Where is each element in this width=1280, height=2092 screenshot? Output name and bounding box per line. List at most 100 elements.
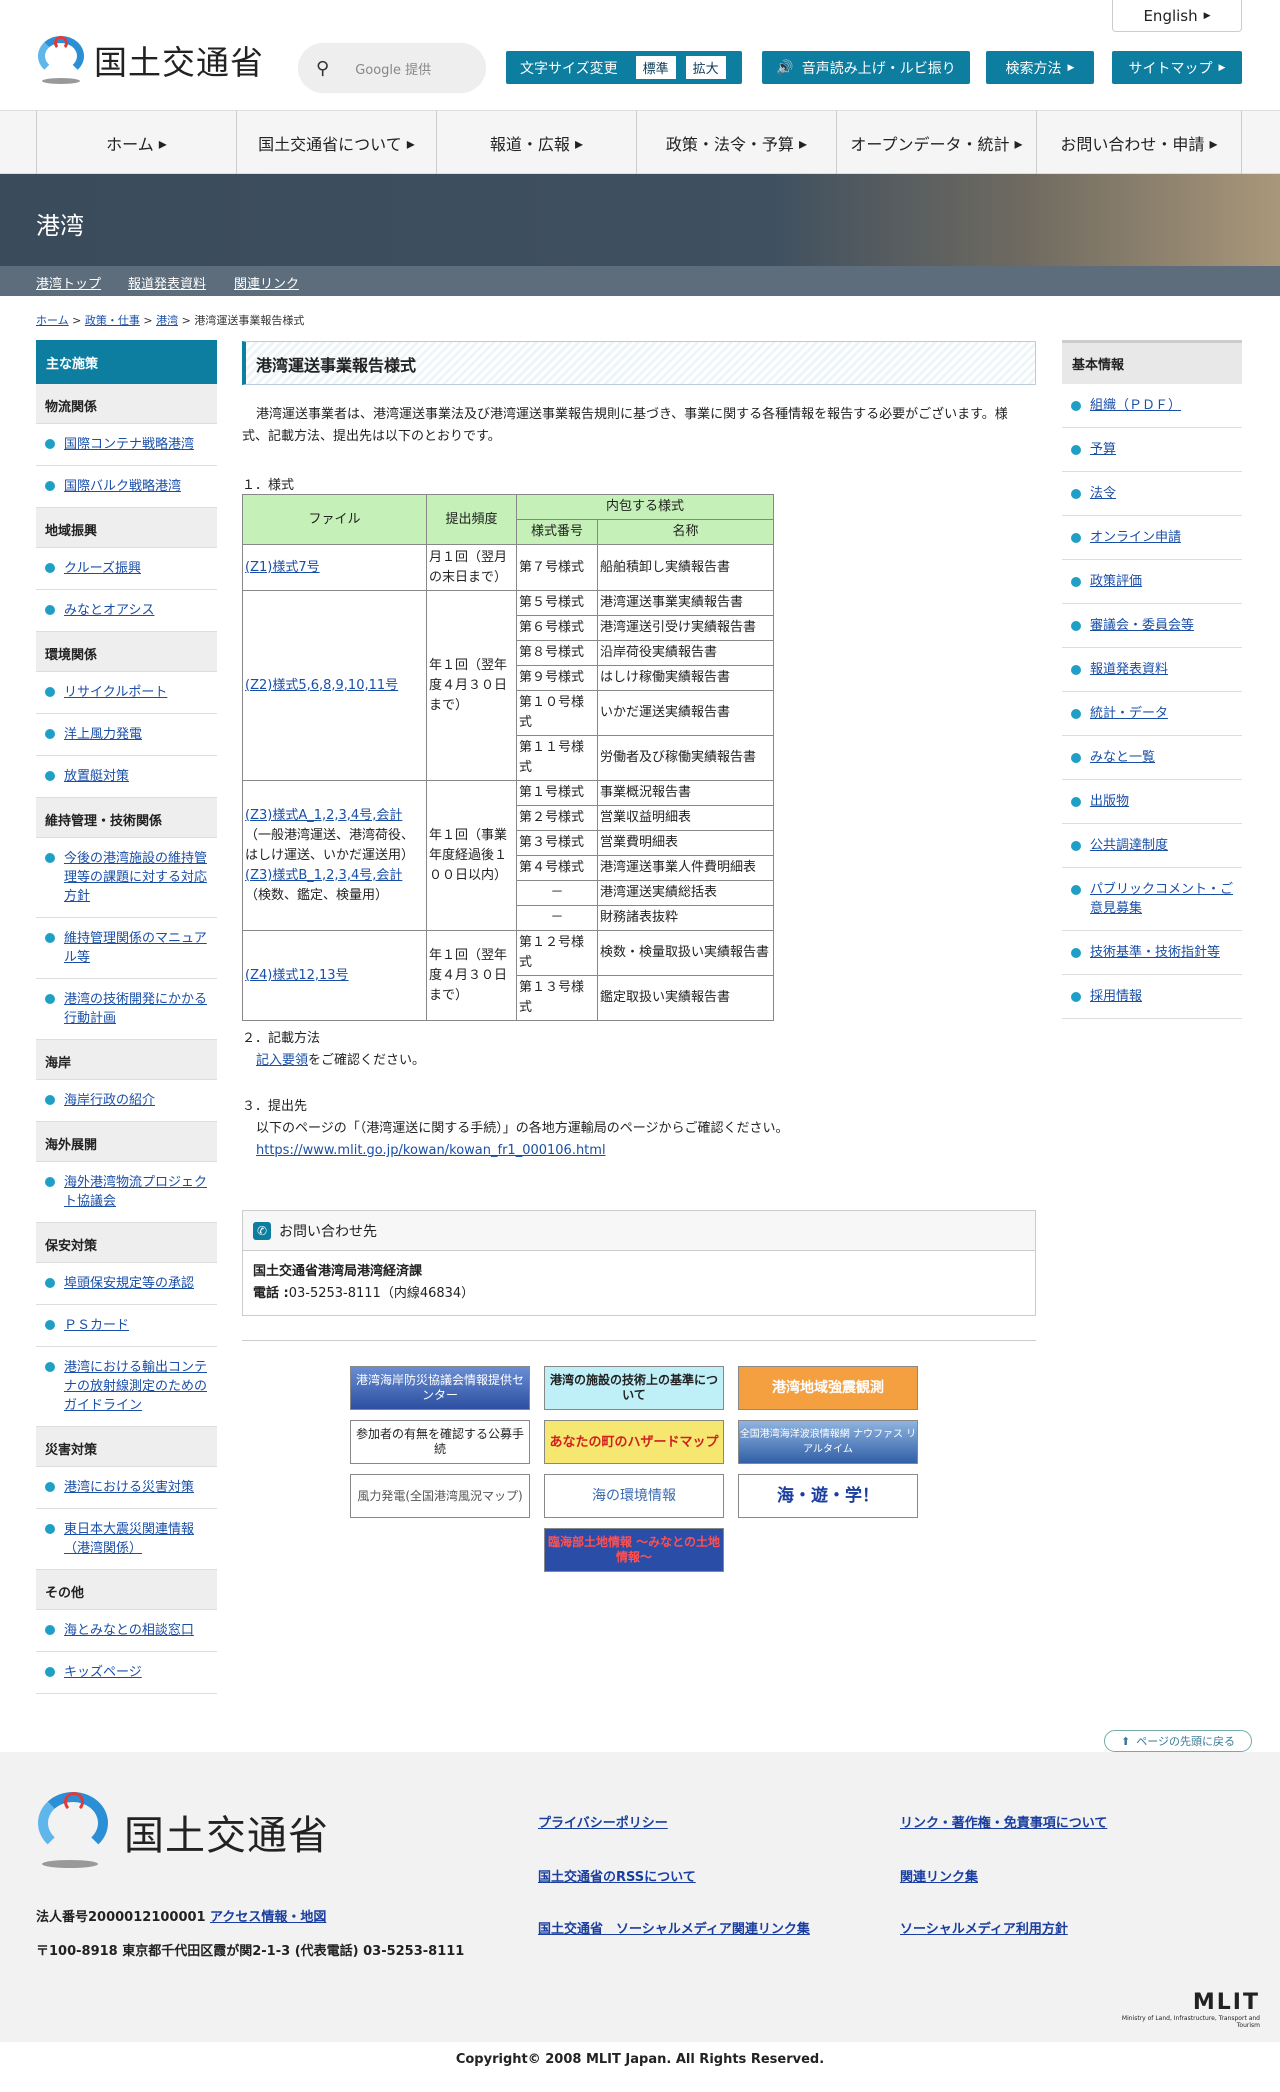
banner-wind-map[interactable]: 風力発電(全国港湾風況マップ) [350, 1474, 530, 1518]
basic-info-link-anchor[interactable]: 法令 [1090, 486, 1116, 501]
basic-info-link-anchor[interactable]: パブリックコメント・ご意見募集 [1090, 882, 1233, 916]
social-media-links[interactable]: 国土交通省 ソーシャルメディア関連リンク集 [538, 1918, 810, 1937]
file-link-z3b[interactable]: (Z3)様式B_1,2,3,4号,会計 [245, 868, 402, 883]
gnav-contact[interactable]: お問い合わせ・申請 ▸ [1036, 111, 1242, 175]
basic-info-link: 技術基準・技術指針等 [1062, 931, 1242, 975]
sidebar-link-anchor[interactable]: 今後の港湾施設の維持管理等の課題に対する対応方針 [64, 851, 207, 904]
basic-info-link-anchor[interactable]: みなと一覧 [1090, 750, 1155, 765]
sidebar-category: 海外展開 [36, 1122, 217, 1162]
gnav-opendata[interactable]: オープンデータ・統計 ▸ [836, 111, 1036, 175]
sidebar-link-anchor[interactable]: 洋上風力発電 [64, 727, 142, 742]
gnav-about[interactable]: 国土交通省について ▸ [236, 111, 436, 175]
site-logo[interactable]: 国土交通省 [36, 34, 264, 86]
file-link-z3a[interactable]: (Z3)様式A_1,2,3,4号,会計 [245, 808, 402, 823]
banner-port-standards[interactable]: 港湾の施設の技術上の基準について [544, 1366, 724, 1410]
sidebar-link-anchor[interactable]: リサイクルポート [64, 685, 167, 700]
sidebar-category: 地域振興 [36, 508, 217, 548]
sidebar-link-anchor[interactable]: クルーズ振興 [64, 561, 141, 576]
section-format-heading: １．様式 [242, 478, 295, 493]
sidebar-link-anchor[interactable]: 放置艇対策 [64, 769, 129, 784]
sidebar-link-anchor[interactable]: 東日本大震災関連情報（港湾関係） [64, 1522, 194, 1556]
banner-hazard-map[interactable]: あなたの町のハザードマップ [544, 1420, 724, 1464]
sidebar-link-anchor[interactable]: 国際コンテナ戦略港湾 [64, 437, 194, 452]
section-title: 港湾 [36, 212, 84, 240]
sidebar-link-anchor[interactable]: ＰＳカード [64, 1318, 129, 1333]
subnav-port-top[interactable]: 港湾トップ [36, 273, 101, 292]
sidebar-link-anchor[interactable]: 国際バルク戦略港湾 [64, 479, 181, 494]
file-link-z1[interactable]: (Z1)様式7号 [245, 560, 320, 575]
copyright-link[interactable]: リンク・著作権・免責事項について [900, 1812, 1107, 1831]
sidebar-link: 国際バルク戦略港湾 [36, 466, 217, 508]
sidebar-category: 環境関係 [36, 632, 217, 672]
sidebar-link-anchor[interactable]: 海とみなとの相談窓口 [64, 1623, 194, 1638]
sidebar-link: リサイクルポート [36, 672, 217, 714]
breadcrumb-policy[interactable]: 政策・仕事 [85, 314, 140, 327]
sidebar-link-anchor[interactable]: キッズページ [64, 1665, 142, 1680]
banner-umi-yu-gaku[interactable]: 海・遊・学！ [738, 1474, 918, 1518]
privacy-link[interactable]: プライバシーポリシー [538, 1812, 668, 1831]
file-link-z2[interactable]: (Z2)様式5,6,8,9,10,11号 [245, 678, 398, 693]
font-size-switch: 文字サイズ変更 標準 拡大 [506, 51, 742, 84]
sidebar-link-anchor[interactable]: 港湾における輸出コンテナの放射線測定のためのガイドライン [64, 1360, 207, 1413]
sidebar-link-anchor[interactable]: 埠頭保安規定等の承認 [64, 1276, 194, 1291]
social-media-policy-link[interactable]: ソーシャルメディア利用方針 [900, 1918, 1068, 1937]
banner-nowphas[interactable]: 全国港湾海洋波浪情報網 ナウファス リアルタイム [738, 1420, 918, 1464]
submit-url-link[interactable]: https://www.mlit.go.jp/kowan/kowan_fr1_0… [256, 1143, 606, 1158]
breadcrumb-home[interactable]: ホーム [36, 314, 69, 327]
font-size-large-button[interactable]: 拡大 [685, 56, 726, 79]
voice-reading-button[interactable]: 🔊 音声読み上げ・ルビ振り [762, 51, 970, 84]
banner-sea-environment[interactable]: 海の環境情報 [544, 1474, 724, 1518]
gnav-home[interactable]: ホーム ▸ [36, 111, 236, 175]
basic-info-link-anchor[interactable]: 統計・データ [1090, 706, 1168, 721]
search-method-button[interactable]: 検索方法 ▶ [986, 51, 1094, 84]
basic-info-link-anchor[interactable]: 組織（ＰＤＦ） [1090, 398, 1181, 413]
global-nav: ホーム ▸ 国土交通省について ▸ 報道・広報 ▸ 政策・法令・予算 ▸ オープ… [0, 110, 1280, 175]
sidebar-link: 今後の港湾施設の維持管理等の課題に対する対応方針 [36, 838, 217, 918]
language-switch[interactable]: English ▶ [1112, 0, 1242, 32]
copyright: Copyright© 2008 MLIT Japan. All Rights R… [455, 2052, 825, 2067]
sidebar-link: 放置艇対策 [36, 756, 217, 798]
rss-link[interactable]: 国土交通省のRSSについて [538, 1866, 696, 1885]
sidebar-link: 海外港湾物流プロジェクト協議会 [36, 1162, 217, 1223]
section-submit: ３．提出先 以下のページの「（港湾運送に関する手続）」の各地方運輸局のページから… [242, 1099, 789, 1158]
breadcrumb-port[interactable]: 港湾 [156, 314, 178, 327]
sidebar-link: 港湾における災害対策 [36, 1467, 217, 1509]
basic-info-link-anchor[interactable]: 技術基準・技術指針等 [1090, 945, 1220, 960]
basic-info-link-anchor[interactable]: 予算 [1090, 442, 1116, 457]
basic-info-link: 法令 [1062, 472, 1242, 516]
basic-info-link-anchor[interactable]: 採用情報 [1090, 989, 1142, 1004]
basic-info-link-anchor[interactable]: オンライン申請 [1090, 530, 1181, 545]
banner-public-procedure[interactable]: 参加者の有無を確認する公募手続 [350, 1420, 530, 1464]
access-link[interactable]: アクセス情報・地図 [210, 1906, 326, 1925]
sidebar-link-anchor[interactable]: みなとオアシス [64, 603, 154, 618]
basic-info-link-anchor[interactable]: 出版物 [1090, 794, 1129, 809]
sidebar-link-anchor[interactable]: 維持管理関係のマニュアル等 [64, 931, 207, 965]
banner-strong-motion[interactable]: 港湾地域強震観測 [738, 1366, 918, 1410]
instructions-link[interactable]: 記入要領 [256, 1053, 308, 1068]
sitemap-button[interactable]: サイトマップ ▶ [1112, 51, 1242, 84]
th-frequency: 提出頻度 [426, 494, 517, 545]
font-size-standard-button[interactable]: 標準 [635, 56, 676, 79]
file-link-z4[interactable]: (Z4)様式12,13号 [245, 968, 349, 983]
gnav-policy[interactable]: 政策・法令・予算 ▸ [636, 111, 836, 175]
basic-info-link-anchor[interactable]: 審議会・委員会等 [1090, 618, 1194, 633]
subnav-press[interactable]: 報道発表資料 [128, 273, 206, 292]
sidebar-link-anchor[interactable]: 港湾の技術開発にかかる行動計画 [64, 992, 207, 1026]
sidebar-link-anchor[interactable]: 港湾における災害対策 [64, 1480, 194, 1495]
sidebar-link-anchor[interactable]: 海外港湾物流プロジェクト協議会 [64, 1175, 207, 1209]
basic-info-link-anchor[interactable]: 政策評価 [1090, 574, 1142, 589]
gnav-press[interactable]: 報道・広報 ▸ [436, 111, 636, 175]
subnav-links[interactable]: 関連リンク [234, 273, 299, 292]
basic-info-link-anchor[interactable]: 報道発表資料 [1090, 662, 1168, 677]
banner-waterfront-land[interactable]: 臨海部土地情報 ～みなとの土地情報～ [544, 1528, 724, 1572]
basic-info-link: 出版物 [1062, 780, 1242, 824]
page-title: 港湾運送事業報告様式 [242, 341, 1036, 385]
footer-logo[interactable]: 国土交通省 [36, 1790, 329, 1874]
basic-info-link-anchor[interactable]: 公共調達制度 [1090, 838, 1168, 853]
back-to-top-button[interactable]: ⬆ ページの先頭に戻る [1104, 1730, 1252, 1752]
related-links[interactable]: 関連リンク集 [900, 1866, 978, 1885]
sidebar-link-anchor[interactable]: 海岸行政の紹介 [64, 1093, 155, 1108]
breadcrumb-current: 港湾運送事業報告様式 [194, 314, 305, 327]
banner-port-disaster[interactable]: 港湾海岸防災協議会情報提供センター [350, 1366, 530, 1410]
search-input[interactable]: ⚲ Google 提供 [298, 43, 486, 93]
